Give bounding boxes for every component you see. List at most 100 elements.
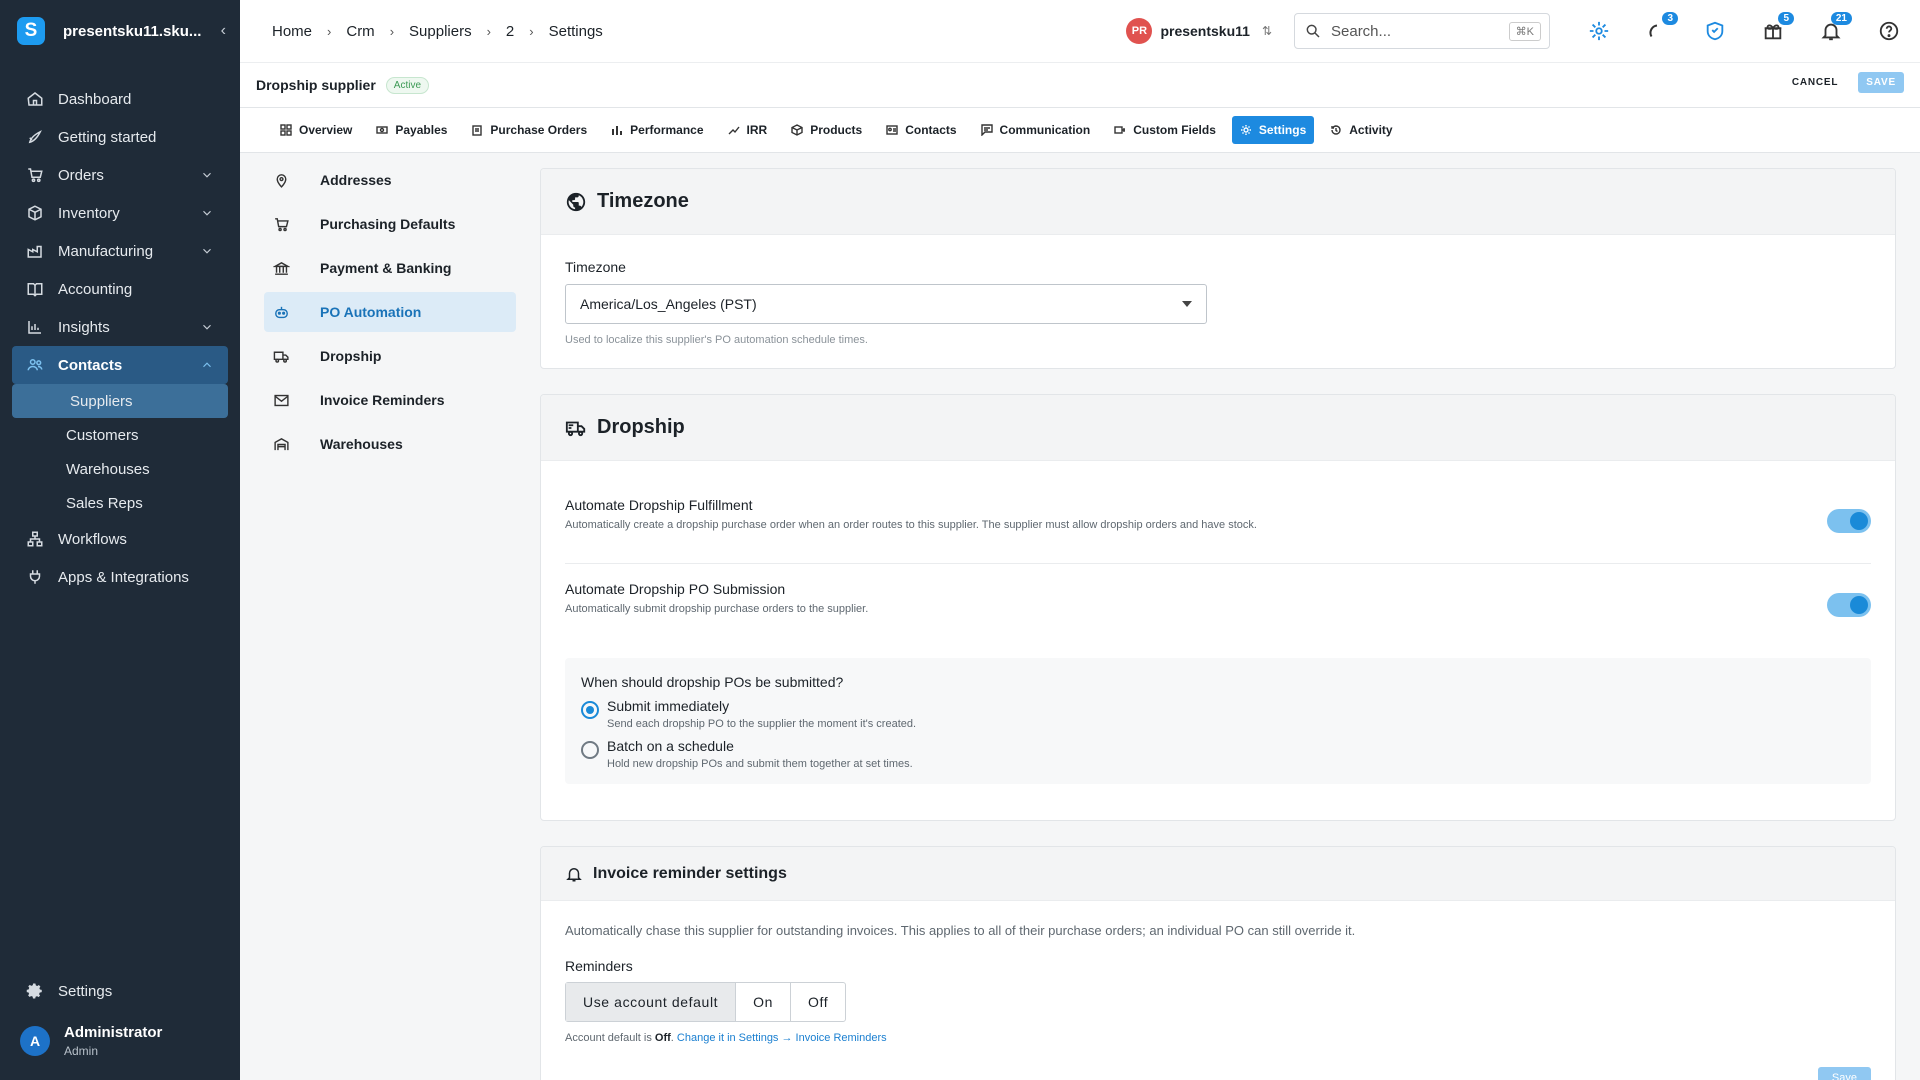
tab-irr[interactable]: IRR xyxy=(720,116,776,144)
breadcrumb-record-id[interactable]: 2 xyxy=(506,23,514,40)
timezone-select[interactable]: America/Los_Angeles (PST) xyxy=(565,284,1207,324)
sidebar-subitem-warehouses[interactable]: Warehouses xyxy=(12,452,228,486)
timezone-field-label: Timezone xyxy=(565,259,626,275)
chevron-down-icon xyxy=(203,248,211,254)
breadcrumb-home[interactable]: Home xyxy=(272,23,312,40)
radio-selected-icon[interactable] xyxy=(581,701,599,719)
radio-submit-immediately[interactable]: Submit immediately Send each dropship PO… xyxy=(581,698,1855,730)
reminders-label: Reminders xyxy=(565,958,633,974)
breadcrumb-suppliers[interactable]: Suppliers xyxy=(409,23,472,40)
sparkle-icon xyxy=(1589,21,1609,41)
tab-overview[interactable]: Overview xyxy=(272,116,360,144)
search-input[interactable]: Search... xyxy=(1331,23,1509,40)
invoice-save-button[interactable]: Save xyxy=(1817,1067,1871,1080)
sidebar-settings-wrap: Settings xyxy=(12,972,228,1010)
book-icon xyxy=(26,280,44,298)
record-title: Dropship supplier xyxy=(256,77,376,93)
account-switcher[interactable]: PR presentsku11 ⇅ xyxy=(1126,18,1272,44)
settings-menu-po-automation[interactable]: PO Automation xyxy=(264,292,516,332)
security-button[interactable] xyxy=(1702,18,1728,44)
radio-unselected-icon[interactable] xyxy=(581,741,599,759)
sidebar-item-orders[interactable]: Orders xyxy=(12,156,228,194)
tab-contacts[interactable]: Contacts xyxy=(878,116,964,144)
tab-activity[interactable]: Activity xyxy=(1322,116,1400,144)
radio-text: Submit immediately Send each dropship PO… xyxy=(607,698,916,730)
dropship-card-title: Dropship xyxy=(597,416,685,438)
tab-performance[interactable]: Performance xyxy=(603,116,711,144)
account-avatar: PR xyxy=(1126,18,1153,44)
toggle-knob xyxy=(1850,512,1868,530)
settings-menu-label: Addresses xyxy=(320,172,392,188)
sort-updown-icon: ⇅ xyxy=(1261,24,1272,38)
record-header: Dropship supplier Active CANCEL SAVE xyxy=(240,62,1920,108)
segment-use-account-default[interactable]: Use account default xyxy=(566,983,737,1021)
record-actions: CANCEL SAVE xyxy=(1792,72,1904,93)
radio-title: Submit immediately xyxy=(607,698,730,714)
tab-label: Activity xyxy=(1349,123,1393,137)
sidebar-subitem-sales-reps[interactable]: Sales Reps xyxy=(12,486,228,520)
sidebar-item-label: Settings xyxy=(58,982,113,1000)
settings-menu-warehouses[interactable]: Warehouses xyxy=(264,424,516,464)
user-profile[interactable]: A Administrator Admin xyxy=(20,1024,162,1058)
message-icon xyxy=(980,124,993,136)
tab-communication[interactable]: Communication xyxy=(973,116,1099,144)
settings-menu-payment-banking[interactable]: Payment & Banking xyxy=(264,248,516,288)
dropship-fulfillment-title: Automate Dropship Fulfillment xyxy=(565,497,753,513)
settings-menu-purchasing-defaults[interactable]: Purchasing Defaults xyxy=(264,204,516,244)
change-settings-link[interactable]: Change it in Settings → Invoice Reminder… xyxy=(677,1032,887,1044)
help-icon xyxy=(1879,21,1899,41)
account-default-note: Account default is Off. Change it in Set… xyxy=(565,1032,1871,1044)
tab-settings[interactable]: Settings xyxy=(1231,116,1315,144)
sidebar-item-label: Insights xyxy=(58,318,110,336)
dropship-submission-toggle[interactable] xyxy=(1827,593,1871,617)
sidebar-item-apps-integrations[interactable]: Apps & Integrations xyxy=(12,558,228,596)
save-button[interactable]: SAVE xyxy=(1858,72,1904,93)
sidebar-item-insights[interactable]: Insights xyxy=(12,308,228,346)
tab-products[interactable]: Products xyxy=(783,116,870,144)
sidebar-subitem-customers[interactable]: Customers xyxy=(12,418,228,452)
gift-button[interactable]: 5 xyxy=(1760,12,1794,44)
sidebar-item-getting-started[interactable]: Getting started xyxy=(12,118,228,156)
sidebar-item-settings[interactable]: Settings xyxy=(12,972,228,1010)
sidebar-item-accounting[interactable]: Accounting xyxy=(12,270,228,308)
settings-menu-invoice-reminders[interactable]: Invoice Reminders xyxy=(264,380,516,420)
sidebar-item-workflows[interactable]: Workflows xyxy=(12,520,228,558)
pin-icon xyxy=(272,171,290,189)
breadcrumb-separator: › xyxy=(327,23,332,39)
tab-custom-fields[interactable]: Custom Fields xyxy=(1106,116,1224,144)
sidebar-item-manufacturing[interactable]: Manufacturing xyxy=(12,232,228,270)
sidebar-item-label: Getting started xyxy=(58,128,157,146)
breadcrumb-crm[interactable]: Crm xyxy=(346,23,374,40)
search-box[interactable]: Search... ⌘K xyxy=(1294,13,1550,49)
segment-on[interactable]: On xyxy=(736,983,792,1021)
bars-icon xyxy=(611,124,623,136)
cart-icon xyxy=(272,215,290,233)
ai-sparkle-button[interactable] xyxy=(1586,18,1612,44)
chevron-up-icon xyxy=(203,362,211,368)
tab-payables[interactable]: Payables xyxy=(368,116,455,144)
tab-purchase-orders[interactable]: Purchase Orders xyxy=(463,116,595,144)
sidebar-item-dashboard[interactable]: Dashboard xyxy=(12,80,228,118)
gift-badge: 5 xyxy=(1778,12,1794,25)
collapse-sidebar-icon[interactable]: ‹ xyxy=(221,22,226,40)
sidebar-item-contacts[interactable]: Contacts xyxy=(12,346,228,384)
sidebar-subitem-suppliers[interactable]: Suppliers xyxy=(12,384,228,418)
settings-menu-dropship[interactable]: Dropship xyxy=(264,336,516,376)
radio-batch-schedule[interactable]: Batch on a schedule Hold new dropship PO… xyxy=(581,738,1855,770)
toggle-knob xyxy=(1850,596,1868,614)
notifications-badge: 21 xyxy=(1830,12,1852,25)
dropship-fulfillment-toggle[interactable] xyxy=(1827,509,1871,533)
help-button[interactable] xyxy=(1876,18,1902,44)
org-name[interactable]: presentsku11.sku... xyxy=(63,23,221,40)
app-logo[interactable]: S xyxy=(17,17,45,45)
segment-off[interactable]: Off xyxy=(791,983,845,1021)
cancel-button[interactable]: CANCEL xyxy=(1792,77,1838,88)
activity-button[interactable]: 3 xyxy=(1644,12,1678,44)
notifications-button[interactable]: 21 xyxy=(1818,12,1852,44)
sidebar-item-inventory[interactable]: Inventory xyxy=(12,194,228,232)
radio-desc: Send each dropship PO to the supplier th… xyxy=(607,718,917,730)
settings-menu-addresses[interactable]: Addresses xyxy=(264,160,516,200)
robot-icon xyxy=(272,303,290,321)
sidebar-item-label: Contacts xyxy=(58,356,123,374)
sidebar-item-label: Dashboard xyxy=(58,90,132,108)
